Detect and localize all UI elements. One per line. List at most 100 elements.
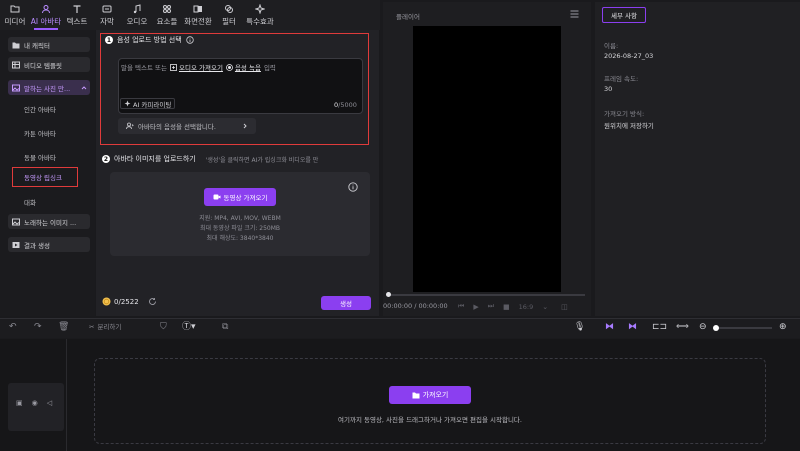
music-note-icon [132,3,142,14]
step-number: 1 [105,36,113,44]
folder-plus-icon [412,391,420,399]
name-value: 2026-08-27_03 [604,52,654,60]
record-voice-link[interactable]: 음성 녹음 [226,62,261,72]
toolbar-filter[interactable]: 필터 [214,0,244,30]
info-icon[interactable] [348,182,358,192]
menu-icon[interactable] [570,10,579,18]
toolbar-label: 텍스트 [66,16,88,26]
import-audio-link[interactable]: 오디오 가져오기 [170,62,223,72]
toolbar-label: 화면전환 [184,16,212,26]
undo-icon[interactable]: ↶ [9,322,17,333]
credits-total: /2522 [118,297,139,306]
crop-icon[interactable]: ⧉ [222,322,228,333]
time-current: 00:00:00 [383,302,413,310]
refresh-icon[interactable] [148,297,157,306]
next-frame-icon[interactable]: ⏭ [488,302,494,311]
split-label: 분리하기 [97,323,122,331]
sidebar-cartoon-avatar[interactable]: 카툰 아바타 [24,128,56,138]
lock-icon[interactable]: ▣ [16,399,23,407]
speaker-icon[interactable]: ◁ [47,399,52,407]
text-prompt: 말을 텍스트 또는 오디오 가져오기 음성 녹음 입력 [121,62,276,72]
sidebar-video-template[interactable]: 비디오 템플릿 [8,57,90,72]
generate-button[interactable]: 생성 [321,296,371,310]
video-import-button[interactable]: 동영상 가져오기 [204,188,276,206]
ai-copywriting-button[interactable]: AI 카피라이팅 [120,98,176,109]
toolbar-label: 요소들 [156,16,178,26]
magnet-icon[interactable]: ⧓ [628,322,637,333]
sidebar-label: 동영상 립싱크 [24,174,62,182]
video-preview [413,26,561,292]
transition-icon [193,4,203,14]
stop-icon[interactable]: ■ [503,303,510,311]
shield-icon[interactable]: ⛉ [160,322,167,333]
toolbar-label: AI 아바타 [30,16,62,26]
fit-icon[interactable]: ⊏⊐ [652,322,667,333]
toolbar-effects[interactable]: 특수효과 [244,0,276,30]
image-icon [12,84,20,92]
redo-icon[interactable]: ↷ [34,322,42,333]
char-limit: /5000 [338,101,357,109]
voice-select-label: 아바타의 음성을 선택합니다. [138,123,216,131]
zoom-in-icon[interactable]: ⊕ [779,322,787,333]
snapshot-icon[interactable]: ◫ [561,303,568,311]
aspect-ratio[interactable]: 16:9 [519,303,534,311]
toolbar-transition[interactable]: 화면전환 [182,0,214,30]
prev-frame-icon[interactable]: ⏮ [458,302,464,311]
toolbar-audio[interactable]: 오디오 [122,0,152,30]
player-title: 플레이어 [396,13,420,21]
microphone-icon[interactable]: 🎙 [574,322,585,333]
format-info: 지원: MP4, AVI, MOV, WEBM [199,215,281,222]
toolbar-label: 필터 [222,16,236,26]
zoom-slider-handle[interactable] [713,325,719,331]
sidebar-human-avatar[interactable]: 인간 아바타 [24,104,56,114]
play-icon[interactable]: ▶ [473,303,478,311]
seek-bar[interactable] [387,294,585,296]
toolbar-ai-avatar[interactable]: AI 아바타 [30,0,62,30]
folder-icon [10,4,20,14]
seek-handle[interactable] [386,292,391,297]
expand-icon[interactable]: ⟺ [676,322,689,333]
credits-display: 0/2522 [102,297,157,306]
chevron-down-icon[interactable]: ⌄ [542,303,548,311]
link-icon[interactable]: ⧓ [605,322,614,333]
split-button[interactable]: ✂ 분리하기 [89,322,121,333]
char-counter: 0 /5000 [334,101,357,109]
frame-rate-label: 프레임 속도: [604,75,639,83]
toolbar-elements[interactable]: 요소들 [152,0,182,30]
sidebar-my-character[interactable]: 내 캐릭터 [8,37,90,52]
tab-details[interactable]: 세부 사항 [602,7,646,23]
record-icon [226,63,233,71]
sidebar-animal-avatar[interactable]: 동물 아바타 [24,152,56,162]
toolbar-text[interactable]: 텍스트 [62,0,92,30]
play-folder-icon [12,241,20,249]
zoom-out-icon[interactable]: ⊖ [699,322,707,333]
sparkle-icon [124,100,131,107]
name-label: 이름: [604,42,619,50]
sidebar-results[interactable]: 결과 생성 [8,237,90,252]
sidebar-conversation[interactable]: 대화 [24,197,36,207]
zoom-slider[interactable] [716,327,772,329]
chevron-right-icon [242,123,248,129]
sidebar-singing-image[interactable]: 노래하는 이미지 ... [8,214,90,229]
toolbar-media[interactable]: 미디어 [0,0,30,30]
trash-icon[interactable]: 🗑 [58,322,69,333]
prompt-prefix: 말을 텍스트 또는 [121,64,167,72]
timeline-import-button[interactable]: 가져오기 [389,386,471,404]
step-label: 음성 업로드 방법 선택 [117,36,182,44]
sidebar-video-lipsync[interactable]: 동영상 립싱크 [12,167,78,187]
voice-select-button[interactable]: 아바타의 음성을 선택합니다. [118,118,256,134]
info-icon[interactable] [185,36,194,44]
eye-icon[interactable]: ◉ [32,399,38,407]
import-method-value: 원위치에 저장하기 [604,122,654,130]
time-display: 00:00:00 / 00:00:00 [383,302,448,310]
step-label: 아바타 이미지를 업로드하기 [114,155,196,163]
toolbar-label: 오디오 [126,16,148,26]
sidebar-label: 말하는 사진 만... [24,84,71,93]
sidebar-label: 노래하는 이미지 ... [24,218,77,227]
text-tool-icon[interactable]: Ⓣ▾ [182,322,196,333]
caption-icon [102,4,112,14]
toolbar-caption[interactable]: 자막 [92,0,122,30]
video-upload-area[interactable]: 동영상 가져오기 지원: MP4, AVI, MOV, WEBM 최대 동영상 … [110,172,370,256]
details-panel [595,2,800,316]
sidebar-talking-photo[interactable]: 말하는 사진 만... [8,80,90,95]
